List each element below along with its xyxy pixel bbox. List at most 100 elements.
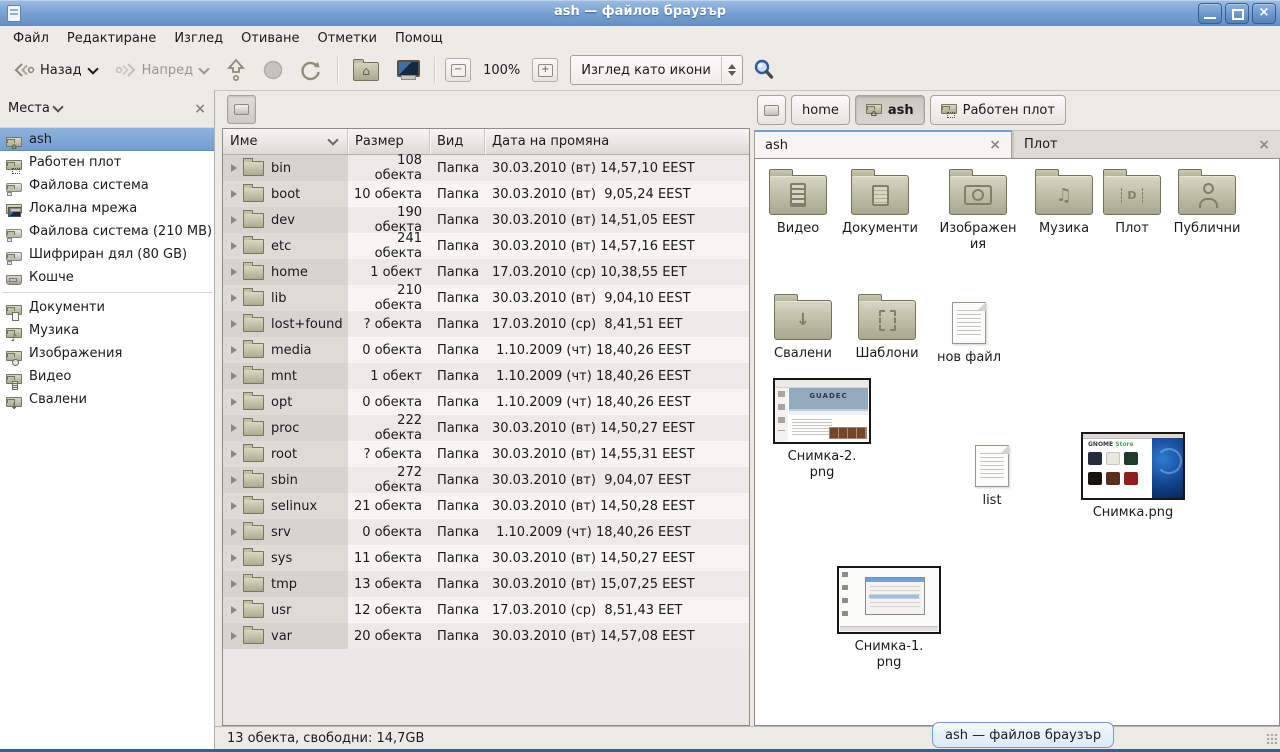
sidebar-item-pictures[interactable]: Изображения bbox=[0, 342, 214, 365]
up-button[interactable] bbox=[219, 53, 253, 87]
root-location-button[interactable] bbox=[227, 95, 256, 124]
stop-button[interactable] bbox=[255, 54, 291, 86]
expander-icon[interactable] bbox=[231, 216, 237, 224]
expander-icon[interactable] bbox=[231, 554, 237, 562]
expander-icon[interactable] bbox=[231, 632, 237, 640]
sidebar-item-network[interactable]: Локална мрежа bbox=[0, 197, 214, 220]
expander-icon[interactable] bbox=[231, 606, 237, 614]
computer-button[interactable] bbox=[388, 54, 426, 86]
icon-item-downloads[interactable]: Свалени bbox=[760, 294, 846, 362]
table-row-etc[interactable]: etc 241 обекта Папка 30.03.2010 (вт) 14,… bbox=[223, 233, 749, 259]
sidebar-item-desktop[interactable]: Работен плот bbox=[0, 151, 214, 174]
column-header-date[interactable]: Дата на промяна bbox=[485, 129, 749, 154]
table-row-srv[interactable]: srv 0 обекта Папка 1.10.2009 (чт) 18,40,… bbox=[223, 519, 749, 545]
forward-button[interactable]: Напред bbox=[108, 57, 217, 83]
menu-item-1[interactable]: Редактиране bbox=[58, 28, 165, 49]
sidebar-item-video[interactable]: Видео bbox=[0, 365, 214, 388]
maximize-button[interactable] bbox=[1225, 3, 1249, 24]
table-row-dev[interactable]: dev 190 обекта Папка 30.03.2010 (вт) 14,… bbox=[223, 207, 749, 233]
table-row-root[interactable]: root ? обекта Папка 30.03.2010 (вт) 14,5… bbox=[223, 441, 749, 467]
column-header-type[interactable]: Вид bbox=[430, 129, 485, 154]
expander-icon[interactable] bbox=[231, 372, 237, 380]
menu-item-4[interactable]: Отметки bbox=[308, 28, 385, 49]
zoom-out-button[interactable]: − bbox=[445, 58, 471, 82]
view-mode-select[interactable]: Изглед като икони bbox=[570, 55, 743, 85]
sidebar-item-ash[interactable]: ash bbox=[0, 128, 214, 151]
back-button[interactable]: Назад bbox=[6, 57, 106, 83]
icon-item-snimka[interactable]: GNOME Store Снимка.png bbox=[1081, 432, 1185, 521]
expander-icon[interactable] bbox=[231, 294, 237, 302]
search-button[interactable] bbox=[745, 53, 783, 87]
expander-icon[interactable] bbox=[231, 580, 237, 588]
table-row-sbin[interactable]: sbin 272 обекта Папка 30.03.2010 (вт) 9,… bbox=[223, 467, 749, 493]
table-row-tmp[interactable]: tmp 13 обекта Папка 30.03.2010 (вт) 15,0… bbox=[223, 571, 749, 597]
close-button[interactable]: × bbox=[1252, 3, 1276, 24]
sidebar-item-music[interactable]: Музика bbox=[0, 319, 214, 342]
sidebar-item-filesystem-210mb[interactable]: Файлова система (210 MB) bbox=[0, 220, 214, 243]
table-row-mnt[interactable]: mnt 1 обект Папка 1.10.2009 (чт) 18,40,2… bbox=[223, 363, 749, 389]
breadcrumb-current-button[interactable]: ash bbox=[855, 95, 925, 125]
sidebar-item-filesystem[interactable]: Файлова система bbox=[0, 174, 214, 197]
table-row-lost-found[interactable]: lost+found ? обекта Папка 17.03.2010 (ср… bbox=[223, 311, 749, 337]
tab-ash[interactable]: ash × bbox=[754, 130, 1012, 158]
icon-item-list[interactable]: list bbox=[949, 437, 1035, 509]
icon-item-documents[interactable]: Документи bbox=[837, 169, 923, 237]
expander-icon[interactable] bbox=[231, 346, 237, 354]
expander-icon[interactable] bbox=[231, 398, 237, 406]
expander-icon[interactable] bbox=[231, 320, 237, 328]
table-row-home[interactable]: home 1 обект Папка 17.03.2010 (ср) 10,38… bbox=[223, 259, 749, 285]
expander-icon[interactable] bbox=[231, 528, 237, 536]
expander-icon[interactable] bbox=[231, 164, 237, 172]
table-row-selinux[interactable]: selinux 21 обекта Папка 30.03.2010 (вт) … bbox=[223, 493, 749, 519]
breadcrumb-desktop-button[interactable]: Работен плот bbox=[930, 95, 1066, 125]
table-row-lib[interactable]: lib 210 обекта Папка 30.03.2010 (вт) 9,0… bbox=[223, 285, 749, 311]
folder-icon bbox=[858, 300, 916, 340]
sidebar-item-downloads[interactable]: Свалени bbox=[0, 388, 214, 411]
table-row-sys[interactable]: sys 11 обекта Папка 30.03.2010 (вт) 14,5… bbox=[223, 545, 749, 571]
zoom-in-button[interactable]: + bbox=[532, 58, 558, 82]
tab-plot[interactable]: Плот × bbox=[1014, 130, 1280, 158]
table-row-proc[interactable]: proc 222 обекта Папка 30.03.2010 (вт) 14… bbox=[223, 415, 749, 441]
icon-item-pictures[interactable]: Изображен ия bbox=[928, 169, 1028, 253]
table-row-opt[interactable]: opt 0 обекта Папка 1.10.2009 (чт) 18,40,… bbox=[223, 389, 749, 415]
breadcrumb-home-button[interactable]: home bbox=[791, 95, 850, 125]
home-button[interactable] bbox=[346, 54, 386, 86]
table-row-var[interactable]: var 20 обекта Папка 30.03.2010 (вт) 14,5… bbox=[223, 623, 749, 649]
sidebar-close-icon[interactable]: × bbox=[194, 101, 206, 117]
icon-item-video[interactable]: Видео bbox=[755, 169, 841, 237]
expander-icon[interactable] bbox=[231, 476, 237, 484]
icon-item-templates[interactable]: Шаблони bbox=[844, 294, 930, 362]
table-row-boot[interactable]: boot 10 обекта Папка 30.03.2010 (вт) 9,0… bbox=[223, 181, 749, 207]
sidebar-selector-chevron-icon[interactable] bbox=[52, 101, 63, 112]
table-row-usr[interactable]: usr 12 обекта Папка 17.03.2010 (ср) 8,51… bbox=[223, 597, 749, 623]
menu-item-0[interactable]: Файл bbox=[4, 28, 58, 49]
expander-icon[interactable] bbox=[231, 268, 237, 276]
icon-item-snimka1[interactable]: Снимка-1. png bbox=[837, 566, 941, 671]
sidebar-item-trash[interactable]: Кошче bbox=[0, 266, 214, 289]
menu-item-2[interactable]: Изглед bbox=[165, 28, 232, 49]
sidebar-item-documents[interactable]: Документи bbox=[0, 296, 214, 319]
table-row-bin[interactable]: bin 108 обекта Папка 30.03.2010 (вт) 14,… bbox=[223, 155, 749, 181]
icon-item-newfile[interactable]: нов файл bbox=[926, 294, 1012, 366]
column-header-size[interactable]: Размер bbox=[348, 129, 430, 154]
minimize-button[interactable] bbox=[1198, 3, 1222, 24]
tab-close-icon[interactable]: × bbox=[989, 137, 1001, 153]
tab-close-icon[interactable]: × bbox=[1258, 137, 1270, 153]
icon-item-public[interactable]: Публични bbox=[1162, 169, 1252, 237]
expander-icon[interactable] bbox=[231, 242, 237, 250]
sidebar-item-encrypted-80gb[interactable]: Шифриран дял (80 GB) bbox=[0, 243, 214, 266]
breadcrumb-root-button[interactable] bbox=[757, 95, 786, 125]
back-history-chevron-icon[interactable] bbox=[87, 63, 98, 74]
sidebar-title[interactable]: Места bbox=[8, 101, 50, 116]
expander-icon[interactable] bbox=[231, 450, 237, 458]
icon-item-snimka2[interactable]: GUADEC Снимка-2. png bbox=[772, 378, 872, 481]
reload-button[interactable] bbox=[293, 54, 329, 86]
table-row-media[interactable]: media 0 обекта Папка 1.10.2009 (чт) 18,4… bbox=[223, 337, 749, 363]
expander-icon[interactable] bbox=[231, 502, 237, 510]
resize-grip[interactable] bbox=[1266, 733, 1278, 745]
column-header-name[interactable]: Име bbox=[223, 129, 348, 154]
menu-item-5[interactable]: Помощ bbox=[386, 28, 452, 49]
expander-icon[interactable] bbox=[231, 190, 237, 198]
expander-icon[interactable] bbox=[231, 424, 237, 432]
menu-item-3[interactable]: Отиване bbox=[232, 28, 308, 49]
